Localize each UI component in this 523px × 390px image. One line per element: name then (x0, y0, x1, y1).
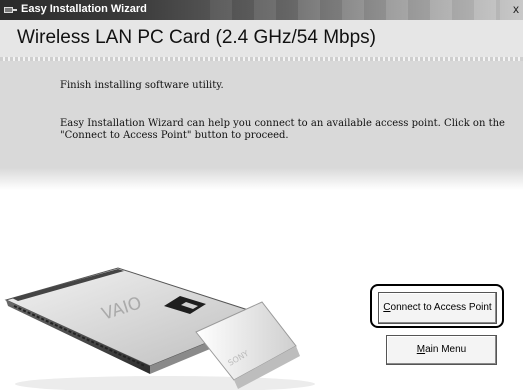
connect-to-access-point-button[interactable]: Connect to Access Point (378, 292, 497, 324)
content-fade (0, 168, 523, 190)
connect-button-label: Connect to Access Point (383, 302, 492, 313)
app-icon (4, 7, 17, 13)
main-menu-button[interactable]: Main Menu (386, 335, 497, 365)
installer-window: Easy Installation Wizard x Wireless LAN … (0, 0, 523, 390)
status-message: Finish installing software utility. (60, 80, 224, 91)
title-bar[interactable]: Easy Installation Wizard x (0, 0, 523, 20)
main-menu-button-label: Main Menu (416, 344, 467, 355)
instruction-message: Easy Installation Wizard can help you co… (60, 118, 505, 141)
window-title: Easy Installation Wizard (21, 3, 147, 15)
pc-card-illustration: VAIO SONY (4, 267, 315, 390)
close-icon[interactable]: x (513, 1, 523, 18)
product-title: Wireless LAN PC Card (2.4 GHz/54 Mbps) (17, 27, 376, 48)
title-bar-pattern (210, 0, 500, 20)
